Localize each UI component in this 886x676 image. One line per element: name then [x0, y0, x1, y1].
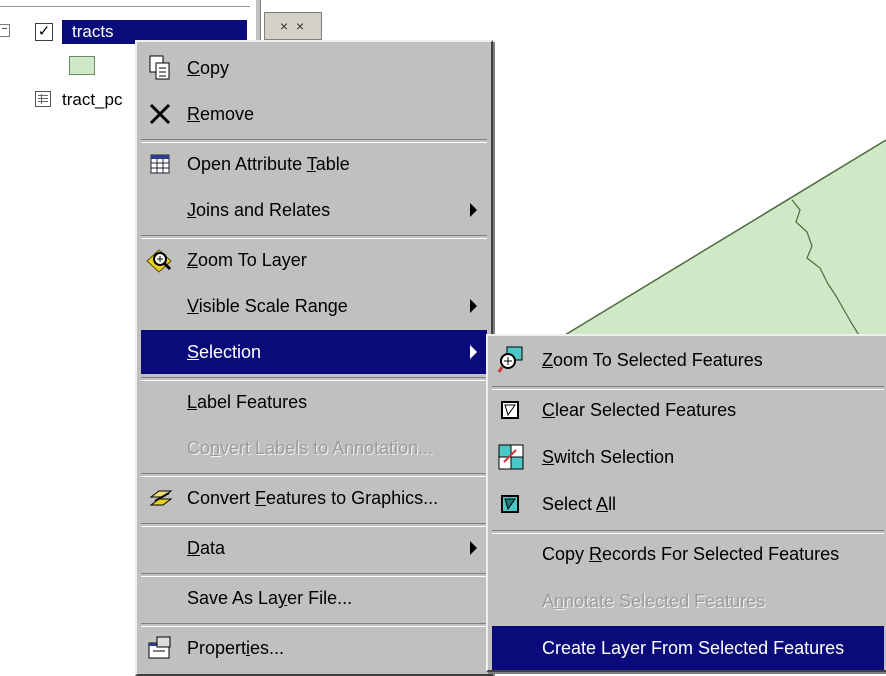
menu-item-label: Create Layer From Selected Features	[542, 638, 845, 658]
switch-selection-icon	[496, 442, 526, 472]
menu-item-open-attribute-table[interactable]: Open Attribute Table	[141, 142, 487, 186]
submenu-arrow-icon	[470, 203, 477, 217]
layer-visibility-checkbox[interactable]: ✓	[35, 23, 53, 41]
menu-item-data[interactable]: Data	[141, 526, 487, 570]
submenu-arrow-icon	[470, 299, 477, 313]
submenu-item-switch-selection[interactable]: Switch Selection	[492, 435, 884, 479]
menu-item-label-features[interactable]: Label Features	[141, 380, 487, 424]
layer-context-menu: Copy Remove Open Attribute Table Joins and …	[135, 40, 493, 676]
menu-item-label: Open Attribute Table	[187, 154, 350, 174]
submenu-item-clear-selected-features[interactable]: Clear Selected Features	[492, 388, 884, 432]
toolbar-button[interactable]: × ×	[264, 12, 322, 40]
menu-item-properties[interactable]: Properties...	[141, 626, 487, 670]
submenu-item-annotate-selected-features: Annotate Selected Features	[492, 579, 884, 623]
menu-item-label: Zoom To Layer	[187, 250, 307, 270]
menu-item-label: Selection	[187, 342, 262, 362]
table-icon	[35, 91, 51, 107]
collapse-icon[interactable]: −	[0, 24, 10, 37]
menu-item-label: Save As Layer File...	[187, 588, 353, 608]
menu-item-label: Data	[187, 538, 226, 558]
menu-item-copy[interactable]: Copy	[141, 46, 487, 90]
menu-item-save-as-layer-file[interactable]: Save As Layer File...	[141, 576, 487, 620]
menu-item-label: Joins and Relates	[187, 200, 331, 220]
toc-table-tract-pc[interactable]: tract_pc	[62, 90, 122, 110]
convert-graphics-icon	[145, 483, 175, 513]
menu-item-label: Convert Features to Graphics...	[187, 488, 439, 508]
submenu-item-copy-records-for-selected-features[interactable]: Copy Records For Selected Features	[492, 532, 884, 576]
menu-item-label: Switch Selection	[542, 447, 675, 467]
menu-item-joins-and-relates[interactable]: Joins and Relates	[141, 188, 487, 232]
menu-item-label: Zoom To Selected Features	[542, 350, 763, 370]
layer-symbol-swatch[interactable]	[69, 56, 95, 75]
menu-item-label: Visible Scale Range	[187, 296, 348, 316]
menu-item-label: Remove	[187, 104, 255, 124]
menu-item-label: Annotate Selected Features	[542, 591, 766, 611]
menu-item-convert-labels-to-annotation: Convert Labels to Annotation...	[141, 426, 487, 470]
menu-item-label: Properties...	[187, 638, 285, 658]
clear-selection-icon	[496, 395, 526, 425]
menu-item-label: Clear Selected Features	[542, 400, 737, 420]
toc-top-edge	[0, 0, 250, 7]
menu-item-label: Convert Labels to Annotation...	[187, 438, 434, 458]
zoom-to-layer-icon	[145, 245, 175, 275]
menu-item-convert-features-to-graphics[interactable]: Convert Features to Graphics...	[141, 476, 487, 520]
submenu-item-zoom-to-selected-features[interactable]: Zoom To Selected Features	[492, 338, 884, 382]
menu-item-remove[interactable]: Remove	[141, 92, 487, 136]
submenu-item-select-all[interactable]: Select All	[492, 482, 884, 526]
submenu-item-create-layer-from-selected-features[interactable]: Create Layer From Selected Features	[492, 626, 884, 670]
properties-icon	[145, 633, 175, 663]
select-all-icon	[496, 489, 526, 519]
copy-icon	[145, 53, 175, 83]
submenu-arrow-icon	[470, 345, 477, 359]
submenu-arrow-icon	[470, 541, 477, 555]
zoom-selected-icon	[496, 345, 526, 375]
menu-item-label: Copy	[187, 58, 230, 78]
attribute-table-icon	[145, 149, 175, 179]
menu-item-label: Select All	[542, 494, 617, 514]
menu-item-label: Label Features	[187, 392, 308, 412]
remove-icon	[145, 99, 175, 129]
menu-item-label: Copy Records For Selected Features	[542, 544, 840, 564]
menu-item-visible-scale-range[interactable]: Visible Scale Range	[141, 284, 487, 328]
menu-item-zoom-to-layer[interactable]: Zoom To Layer	[141, 238, 487, 282]
menu-item-selection[interactable]: Selection	[141, 330, 487, 374]
selection-submenu: Zoom To Selected Features Clear Selected …	[486, 334, 886, 672]
